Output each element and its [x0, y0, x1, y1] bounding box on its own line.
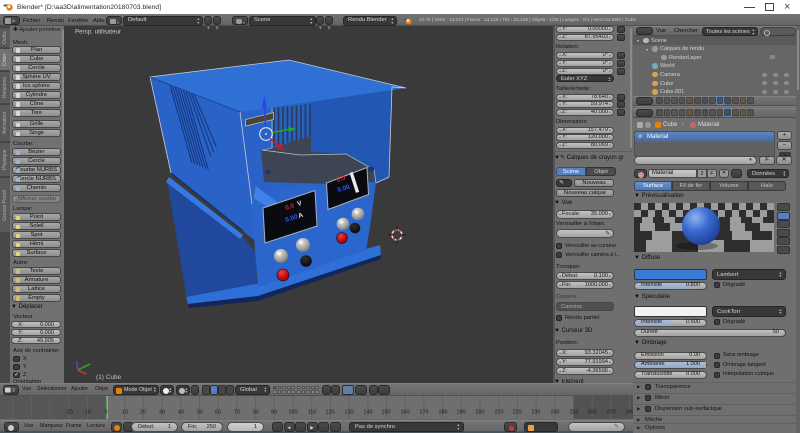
svg-text:130: 130	[345, 410, 354, 416]
svg-text:Persp. utilisateur: Persp. utilisateur	[75, 29, 121, 36]
svg-text:240: 240	[551, 410, 560, 416]
svg-text:120: 120	[326, 410, 335, 416]
svg-text:50: 50	[197, 410, 203, 416]
svg-text:260: 260	[588, 410, 597, 416]
svg-text:270: 270	[607, 410, 616, 416]
svg-text:70: 70	[234, 410, 240, 416]
svg-text:220: 220	[513, 410, 522, 416]
svg-text:170: 170	[420, 410, 429, 416]
svg-text:230: 230	[532, 410, 541, 416]
svg-text:20: 20	[140, 410, 146, 416]
svg-text:0: 0	[105, 410, 108, 416]
svg-text:60: 60	[215, 410, 221, 416]
svg-text:10: 10	[122, 410, 128, 416]
svg-text:250: 250	[570, 410, 579, 416]
svg-text:140: 140	[364, 410, 373, 416]
svg-text:150: 150	[382, 410, 391, 416]
svg-text:200: 200	[476, 410, 485, 416]
svg-text:190: 190	[457, 410, 466, 416]
svg-text:-20: -20	[65, 410, 73, 416]
svg-text:280: 280	[626, 410, 634, 416]
svg-text:80: 80	[253, 410, 259, 416]
svg-text:100: 100	[289, 410, 298, 416]
svg-text:180: 180	[439, 410, 448, 416]
svg-text:210: 210	[495, 410, 504, 416]
svg-text:160: 160	[401, 410, 410, 416]
svg-text:110: 110	[308, 410, 317, 416]
svg-text:(1) Cube: (1) Cube	[96, 374, 122, 381]
svg-text:40: 40	[178, 410, 184, 416]
svg-text:30: 30	[159, 410, 165, 416]
svg-text:90: 90	[271, 410, 277, 416]
svg-text:-10: -10	[83, 410, 91, 416]
